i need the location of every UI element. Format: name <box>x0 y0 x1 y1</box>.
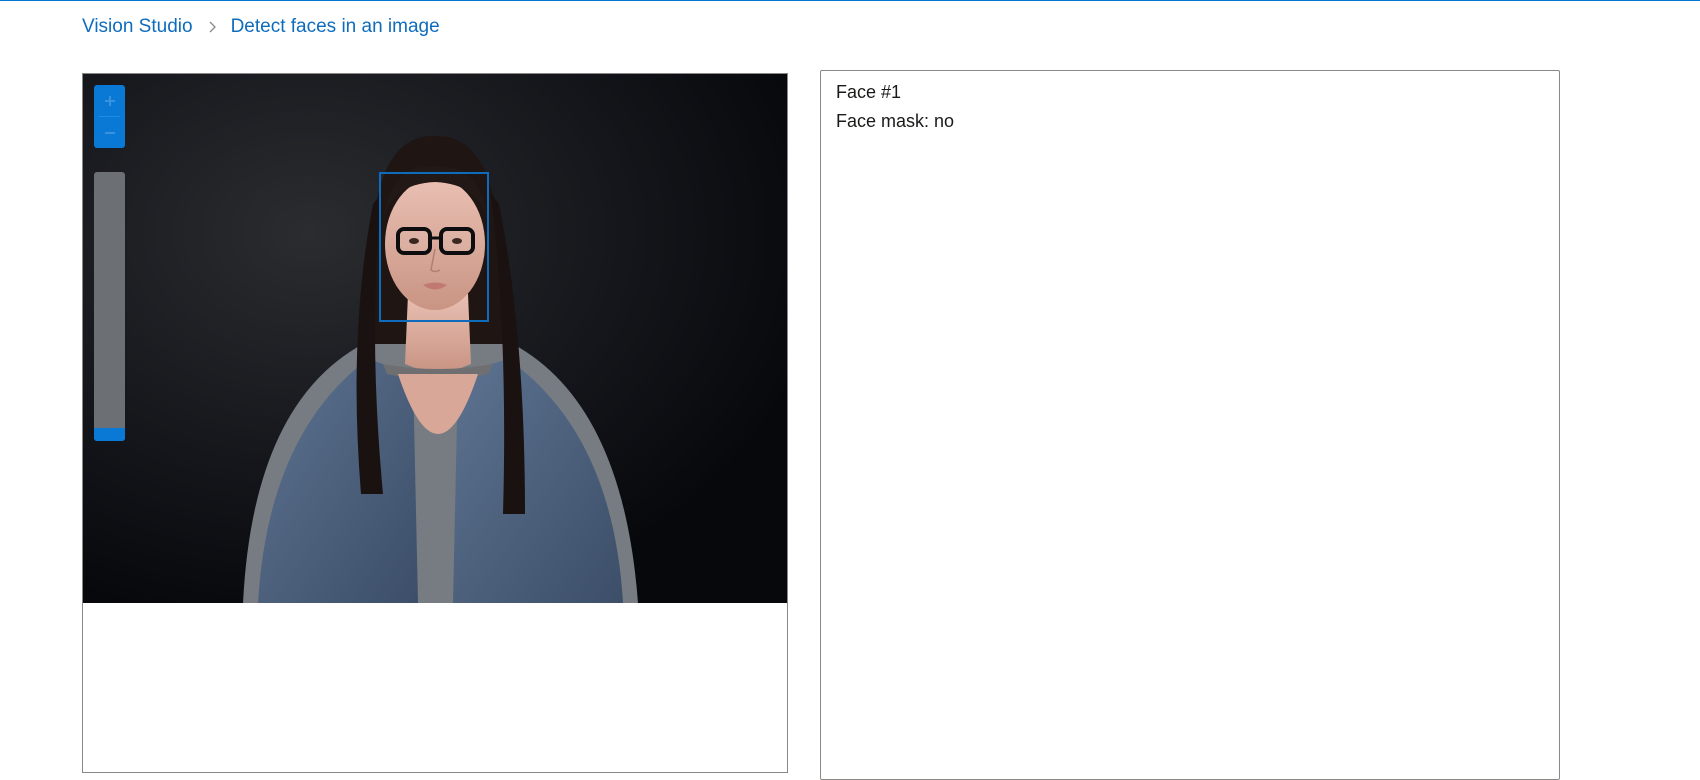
results-panel: Face #1 Face mask: no <box>820 70 1560 780</box>
uploaded-photo <box>83 74 787 603</box>
zoom-slider[interactable] <box>94 172 125 441</box>
minus-icon <box>104 131 115 134</box>
zoom-control <box>94 85 125 148</box>
zoom-out-button[interactable] <box>94 117 125 148</box>
plus-icon <box>104 95 115 106</box>
breadcrumb-current-page[interactable]: Detect faces in an image <box>231 16 440 38</box>
top-accent-line <box>0 0 1700 1</box>
face-title: Face #1 <box>836 82 902 102</box>
image-viewer[interactable] <box>83 74 787 603</box>
face-mask-result: Face mask: no <box>836 111 955 131</box>
breadcrumb: Vision Studio Detect faces in an image <box>82 14 440 40</box>
chevron-right-icon <box>193 20 231 34</box>
face-bounding-box[interactable] <box>379 172 489 322</box>
image-panel <box>82 73 788 773</box>
zoom-slider-fill <box>94 427 125 441</box>
breadcrumb-vision-studio-link[interactable]: Vision Studio <box>82 16 193 38</box>
zoom-in-button[interactable] <box>94 85 125 116</box>
